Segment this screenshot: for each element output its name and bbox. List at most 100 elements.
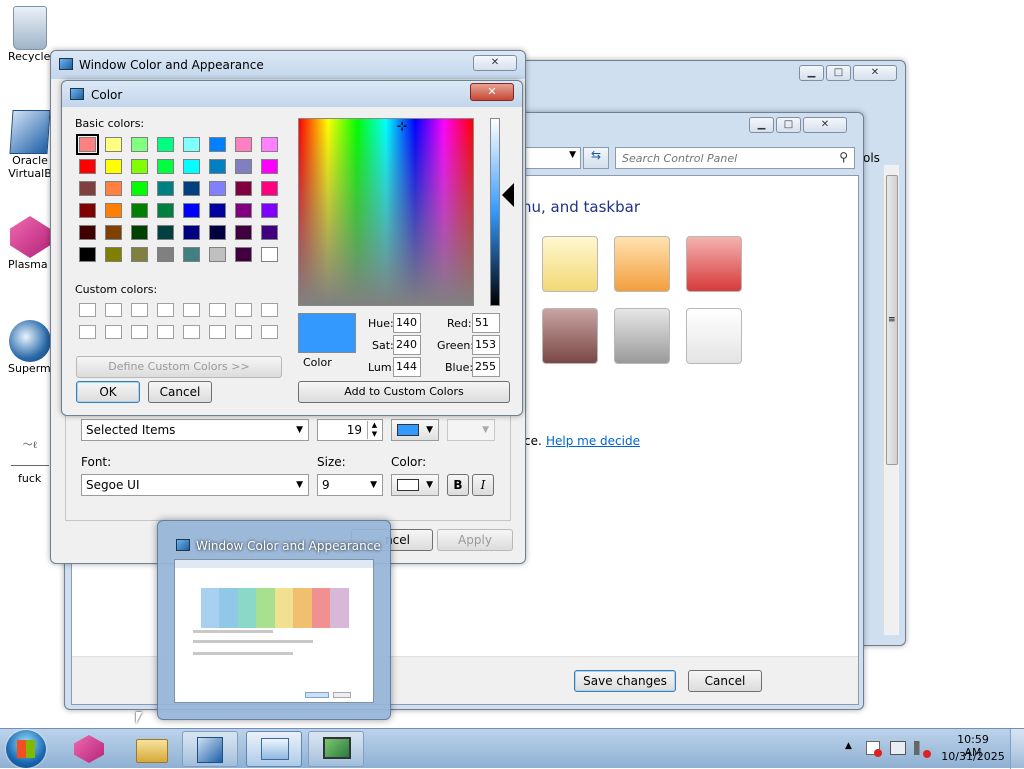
basic-color-swatch[interactable] xyxy=(209,203,226,218)
basic-color-swatch[interactable] xyxy=(105,203,122,218)
search-input[interactable] xyxy=(616,148,826,168)
taskbar-display[interactable] xyxy=(308,731,364,767)
basic-color-swatch[interactable] xyxy=(235,203,252,218)
luminance-arrow-icon[interactable] xyxy=(502,183,514,207)
basic-color-swatch[interactable] xyxy=(183,137,200,152)
minimize-button[interactable]: ▁ xyxy=(799,65,824,81)
refresh-button[interactable]: ⇆ xyxy=(583,147,609,169)
basic-color-swatch[interactable] xyxy=(209,181,226,196)
item-dropdown[interactable]: Selected Items ▼ xyxy=(81,419,309,441)
minimize-button[interactable]: ▁ xyxy=(749,117,774,133)
search-box[interactable]: ⚲ xyxy=(615,147,855,169)
custom-color-swatch[interactable] xyxy=(79,303,96,317)
basic-color-swatch[interactable] xyxy=(131,247,148,262)
basic-color-swatch[interactable] xyxy=(131,159,148,174)
basic-color-swatch[interactable] xyxy=(183,203,200,218)
basic-color-swatch[interactable] xyxy=(235,137,252,152)
custom-color-swatch[interactable] xyxy=(105,325,122,339)
basic-color-swatch[interactable] xyxy=(183,159,200,174)
save-changes-button[interactable]: Save changes xyxy=(574,670,676,692)
clock-date[interactable]: 10/31/2025 xyxy=(940,750,1006,763)
color-tile-6[interactable] xyxy=(686,308,742,364)
basic-color-swatch[interactable] xyxy=(131,137,148,152)
basic-color-swatch[interactable] xyxy=(131,203,148,218)
volume-icon[interactable] xyxy=(914,741,931,758)
basic-color-swatch[interactable] xyxy=(209,247,226,262)
basic-color-swatch[interactable] xyxy=(209,225,226,240)
custom-color-swatch[interactable] xyxy=(157,303,174,317)
basic-color-swatch[interactable] xyxy=(105,225,122,240)
address-bar-dropdown[interactable]: ▼ xyxy=(525,147,581,169)
custom-color-swatch[interactable] xyxy=(183,325,200,339)
taskbar-virtualbox[interactable] xyxy=(182,731,238,767)
basic-color-swatch[interactable] xyxy=(79,203,96,218)
add-to-custom-colors-button[interactable]: Add to Custom Colors xyxy=(298,381,510,403)
color-tile-2[interactable] xyxy=(614,236,670,292)
basic-color-swatch[interactable] xyxy=(235,181,252,196)
bold-button[interactable]: B xyxy=(447,474,469,496)
custom-color-swatch[interactable] xyxy=(157,325,174,339)
basic-color-swatch[interactable] xyxy=(157,159,174,174)
font-color-button[interactable]: ▼ xyxy=(391,474,439,496)
red-input[interactable]: 51 xyxy=(472,313,500,333)
custom-color-swatch[interactable] xyxy=(209,303,226,317)
green-input[interactable]: 153 xyxy=(472,335,500,355)
basic-color-swatch[interactable] xyxy=(105,159,122,174)
custom-color-swatch[interactable] xyxy=(105,303,122,317)
action-center-icon[interactable] xyxy=(866,741,882,757)
color-spectrum[interactable]: ⊹ xyxy=(298,118,474,306)
color-tile-5[interactable] xyxy=(614,308,670,364)
basic-color-swatch[interactable] xyxy=(261,203,278,218)
luminance-slider[interactable] xyxy=(490,118,500,306)
basic-color-swatch[interactable] xyxy=(209,137,226,152)
color-dialog[interactable]: Color ✕ Basic colors: Custom colors: Def… xyxy=(61,80,523,416)
color-tile-3[interactable] xyxy=(686,236,742,292)
custom-color-swatch[interactable] xyxy=(183,303,200,317)
sat-input[interactable]: 240 xyxy=(393,335,421,355)
basic-color-swatch[interactable] xyxy=(79,181,96,196)
basic-color-swatch[interactable] xyxy=(235,159,252,174)
basic-color-swatch[interactable] xyxy=(183,247,200,262)
basic-color-swatch[interactable] xyxy=(105,181,122,196)
spinner-icon[interactable]: ▲ ▼ xyxy=(367,421,381,439)
color-tile-4[interactable] xyxy=(542,308,598,364)
basic-color-swatch[interactable] xyxy=(261,225,278,240)
basic-color-swatch[interactable] xyxy=(157,247,174,262)
basic-color-swatch[interactable] xyxy=(131,225,148,240)
show-desktop-button[interactable] xyxy=(1010,729,1024,769)
close-button[interactable]: ✕ xyxy=(470,83,514,101)
font-size-dropdown[interactable]: 9 ▼ xyxy=(317,474,383,496)
item-color1-button[interactable]: ▼ xyxy=(391,419,439,441)
basic-color-swatch[interactable] xyxy=(105,137,122,152)
font-dropdown[interactable]: Segoe UI ▼ xyxy=(81,474,309,496)
italic-button[interactable]: I xyxy=(472,474,494,496)
cancel-button[interactable]: Cancel xyxy=(688,670,762,692)
ok-button[interactable]: OK xyxy=(76,381,140,403)
basic-color-swatch[interactable] xyxy=(79,225,96,240)
basic-color-swatch[interactable] xyxy=(76,134,99,155)
cancel-button[interactable]: Cancel xyxy=(148,381,212,403)
basic-color-swatch[interactable] xyxy=(183,225,200,240)
basic-color-swatch[interactable] xyxy=(209,159,226,174)
taskbar-plasma[interactable] xyxy=(62,731,118,767)
custom-color-swatch[interactable] xyxy=(79,325,96,339)
basic-color-swatch[interactable] xyxy=(261,159,278,174)
custom-color-swatch[interactable] xyxy=(261,303,278,317)
show-hidden-icons-button[interactable]: ▲ xyxy=(845,741,852,751)
taskbar-thumbnail-preview[interactable]: Window Color and Appearance xyxy=(157,520,391,720)
lum-input[interactable]: 144 xyxy=(393,357,421,377)
start-button[interactable] xyxy=(6,730,46,768)
blue-input[interactable]: 255 xyxy=(472,357,500,377)
custom-color-swatch[interactable] xyxy=(235,303,252,317)
basic-color-swatch[interactable] xyxy=(261,247,278,262)
basic-color-swatch[interactable] xyxy=(261,137,278,152)
close-button[interactable]: ✕ xyxy=(803,117,847,133)
basic-color-swatch[interactable] xyxy=(79,247,96,262)
basic-color-swatch[interactable] xyxy=(261,181,278,196)
custom-color-swatch[interactable] xyxy=(261,325,278,339)
basic-color-swatch[interactable] xyxy=(157,181,174,196)
basic-color-swatch[interactable] xyxy=(79,159,96,174)
custom-color-swatch[interactable] xyxy=(209,325,226,339)
custom-color-swatch[interactable] xyxy=(235,325,252,339)
close-button[interactable]: ✕ xyxy=(853,65,897,81)
